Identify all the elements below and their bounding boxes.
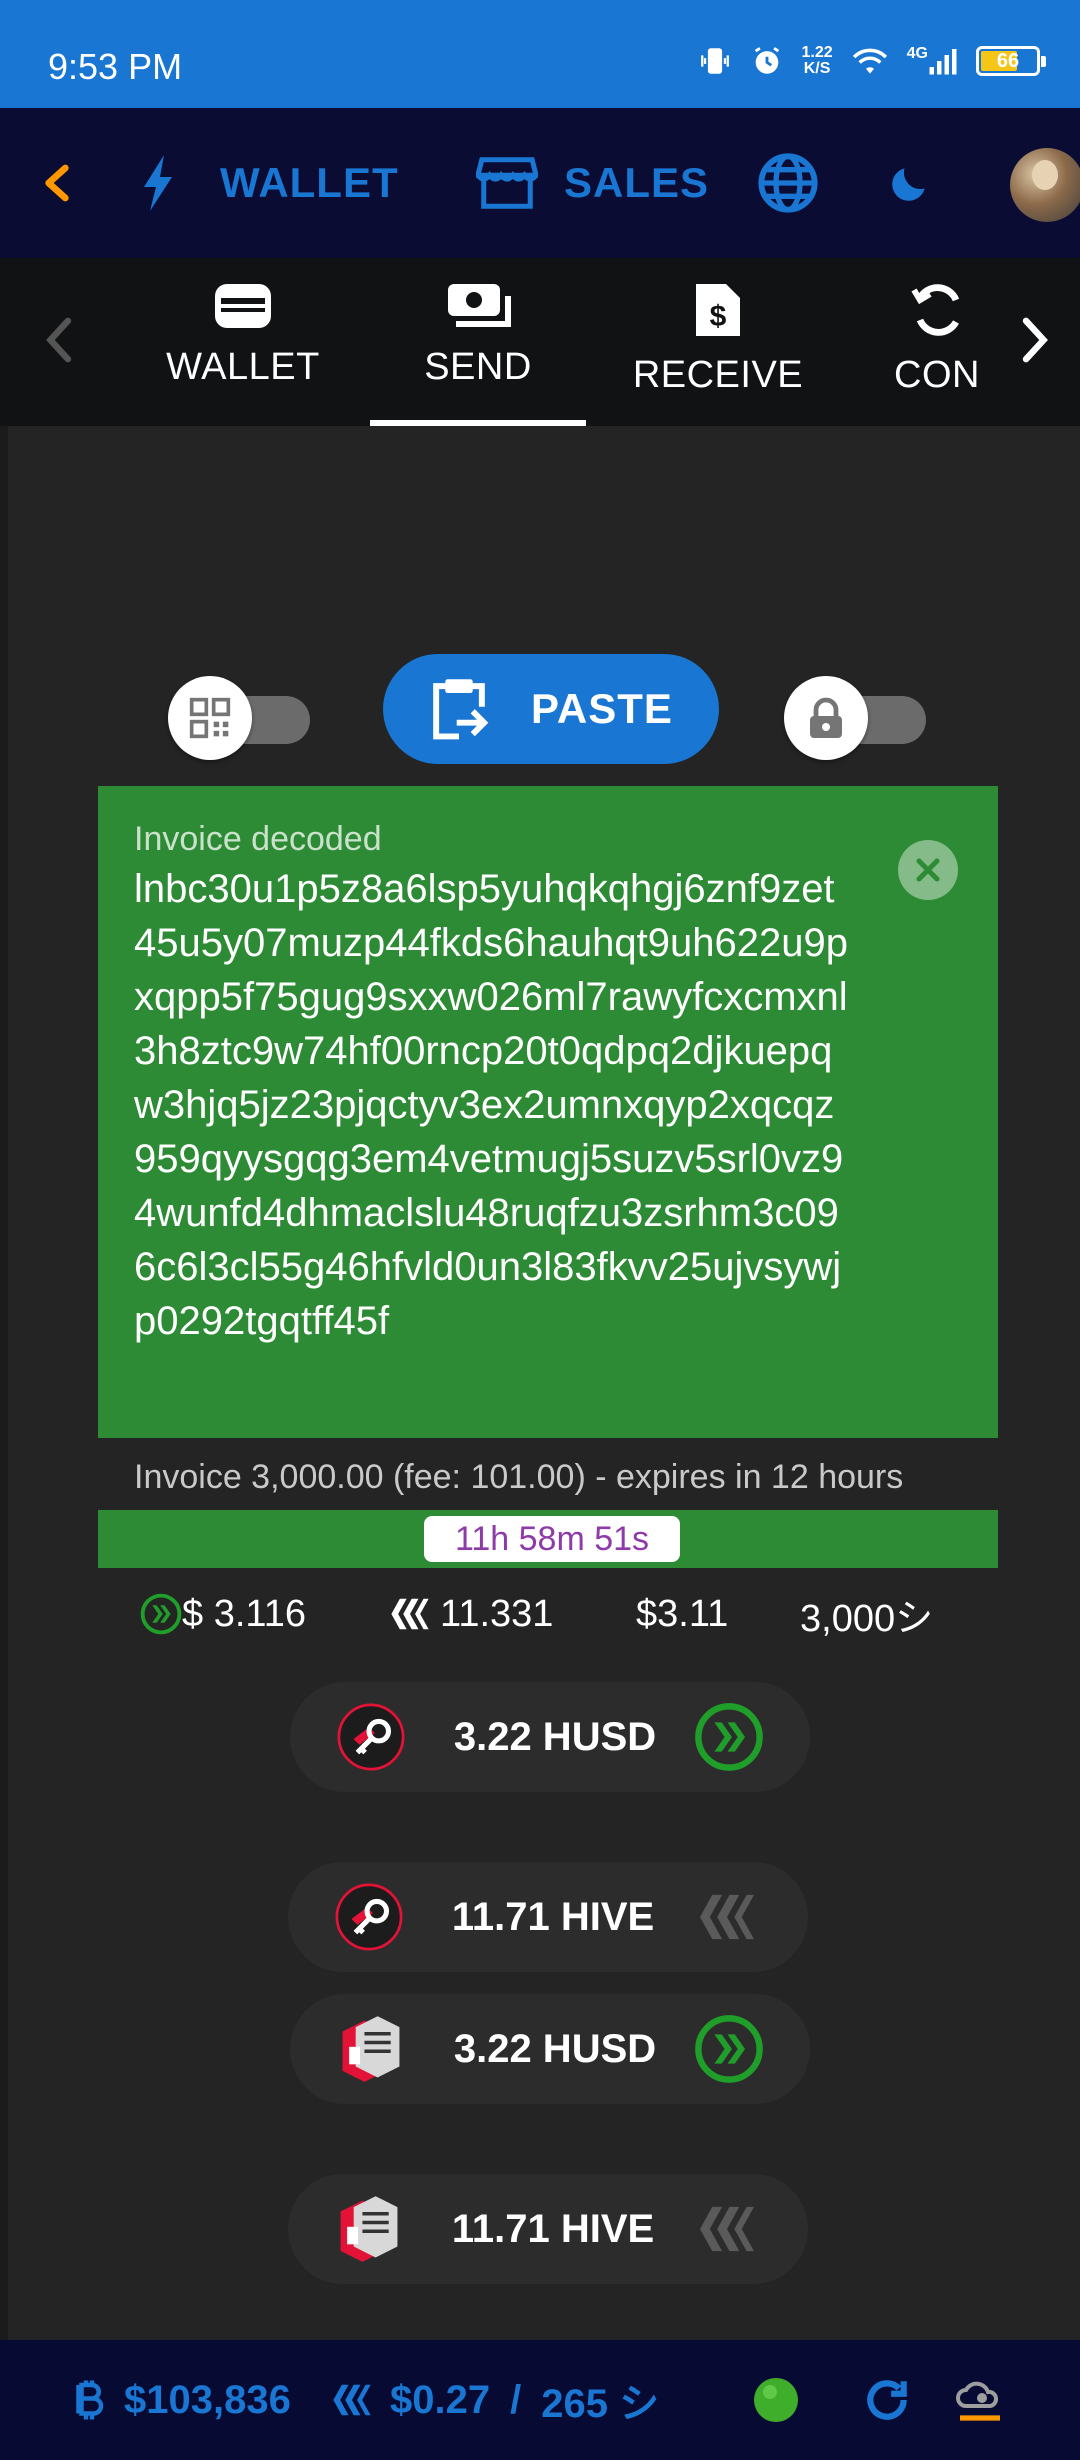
hbd-icon xyxy=(694,2014,764,2084)
hive-icon xyxy=(692,2194,762,2264)
nav-wallet-label: WALLET xyxy=(220,159,399,206)
cloud-key-icon xyxy=(956,2381,1000,2421)
language-button[interactable] xyxy=(756,108,820,258)
pay-amount: 3.22 HUSD xyxy=(453,1714,657,1759)
pay-hivesigner-hive-button[interactable]: 11.71 HIVE xyxy=(288,2174,808,2284)
battery-icon: 66 xyxy=(976,46,1046,76)
alarm-icon xyxy=(750,44,784,78)
keychain-icon xyxy=(334,1882,404,1952)
tab-receive[interactable]: $ RECEIVE xyxy=(620,258,816,426)
tab-scroll-left-button[interactable] xyxy=(30,310,90,370)
keychain-icon xyxy=(336,1702,406,1772)
hive-icon xyxy=(333,2384,371,2416)
hbd-icon xyxy=(694,1702,764,1772)
paste-label: PASTE xyxy=(531,685,673,732)
clipboard-paste-icon xyxy=(433,679,489,740)
status-icons: 1.22 K/S 4G 66 xyxy=(698,44,1046,78)
refresh-icon xyxy=(867,2380,907,2420)
pay-amount: 3.22 HUSD xyxy=(453,2026,657,2071)
decoded-invoice-card: Invoice decoded lnbc30u1p5z8a6lsp5yuhqkq… xyxy=(98,786,998,1438)
qr-code-icon xyxy=(168,676,252,760)
rate-hive: 11.331 xyxy=(388,1584,553,1644)
svg-text:$: $ xyxy=(710,300,727,333)
expiry-timer-bar: 11h 58m 51s xyxy=(98,1510,998,1568)
tab-wallet-label: WALLET xyxy=(166,346,320,388)
bottom-price-bar: $103,836 $0.27 / 265 シ xyxy=(0,2340,1080,2460)
conversion-rates: $ 3.116 11.331 $3.11 3,000シ xyxy=(8,1584,1080,1644)
hive-icon xyxy=(391,1598,429,1630)
nav-wallet[interactable]: WALLET xyxy=(138,108,399,258)
tab-send-label: SEND xyxy=(424,346,532,388)
pay-keychain-hive-button[interactable]: 11.71 HIVE xyxy=(288,1862,808,1972)
expiry-countdown: 11h 58m 51s xyxy=(424,1516,680,1562)
lock-toggle[interactable] xyxy=(784,676,930,760)
tab-receive-label: RECEIVE xyxy=(632,354,804,396)
connection-status-icon xyxy=(752,2340,800,2460)
rate-sats: 3,000シ xyxy=(800,1597,934,1640)
clear-invoice-button[interactable] xyxy=(898,840,958,900)
hive-price[interactable]: $0.27 / 265 シ xyxy=(330,2340,659,2460)
send-money-icon xyxy=(448,284,511,327)
tab-bar: WALLET SEND $ RECEIVE CON xyxy=(0,258,1080,426)
globe-icon xyxy=(758,153,818,213)
back-button[interactable] xyxy=(40,108,74,258)
lock-icon xyxy=(784,676,868,760)
store-icon xyxy=(476,157,538,209)
tab-send[interactable]: SEND xyxy=(370,258,586,426)
status-time: 9:53 PM xyxy=(48,46,183,87)
qr-scan-toggle[interactable] xyxy=(168,676,314,760)
invoice-summary: Invoice 3,000.00 (fee: 101.00) - expires… xyxy=(134,1458,904,1496)
pay-amount: 11.71 HIVE xyxy=(451,2206,655,2251)
hbd-icon xyxy=(140,1593,182,1635)
hive-icon xyxy=(692,1882,762,1952)
rate-usd: $3.11 xyxy=(636,1592,729,1635)
chevron-right-icon xyxy=(1022,317,1048,363)
invoice-text[interactable]: lnbc30u1p5z8a6lsp5yuhqkqhgj6znf9zet45u5y… xyxy=(134,862,854,1348)
convert-icon xyxy=(911,284,960,336)
lightning-icon xyxy=(144,155,172,211)
status-bar: 9:53 PM 1.22 K/S 4G 66 xyxy=(0,0,1080,108)
tab-convert[interactable]: CON xyxy=(880,258,1000,426)
receive-invoice-icon: $ xyxy=(696,284,740,336)
rate-hbd: $ 3.116 xyxy=(140,1584,306,1644)
send-panel: PASTE Invoice decoded lnbc30u1p5z8a6lsp5… xyxy=(8,426,1080,2340)
top-nav: WALLET SALES xyxy=(0,108,1080,258)
close-icon xyxy=(916,858,940,882)
tab-scroll-right-button[interactable] xyxy=(1004,310,1064,370)
chevron-left-icon xyxy=(45,164,69,202)
nav-sales-label: SALES xyxy=(564,159,710,206)
network-speed: 1.22 K/S xyxy=(801,44,833,77)
hivesigner-icon xyxy=(336,2014,406,2084)
nav-sales[interactable]: SALES xyxy=(476,108,709,258)
tab-wallet[interactable]: WALLET xyxy=(140,258,346,426)
chevron-left-icon xyxy=(46,317,72,363)
vibrate-icon xyxy=(698,44,732,78)
pay-keychain-hbd-button[interactable]: 3.22 HUSD xyxy=(290,1682,810,1792)
hivesigner-icon xyxy=(334,2194,404,2264)
tab-convert-label: CON xyxy=(894,354,980,396)
refresh-button[interactable] xyxy=(862,2340,912,2460)
theme-toggle-button[interactable] xyxy=(888,108,932,258)
battery-level: 66 xyxy=(996,49,1020,72)
btc-price[interactable]: $103,836 xyxy=(74,2340,291,2460)
avatar[interactable] xyxy=(1010,148,1080,222)
node-status-button[interactable] xyxy=(956,2340,1004,2460)
pay-amount: 11.71 HIVE xyxy=(451,1894,655,1939)
paste-button[interactable]: PASTE xyxy=(383,654,719,764)
wifi-icon xyxy=(851,44,889,78)
pay-hivesigner-hbd-button[interactable]: 3.22 HUSD xyxy=(290,1994,810,2104)
moon-icon xyxy=(892,168,925,201)
cellular-signal-icon: 4G xyxy=(907,45,958,77)
bitcoin-icon xyxy=(76,2380,104,2420)
wallet-icon xyxy=(215,284,271,328)
invoice-title: Invoice decoded xyxy=(134,820,382,858)
